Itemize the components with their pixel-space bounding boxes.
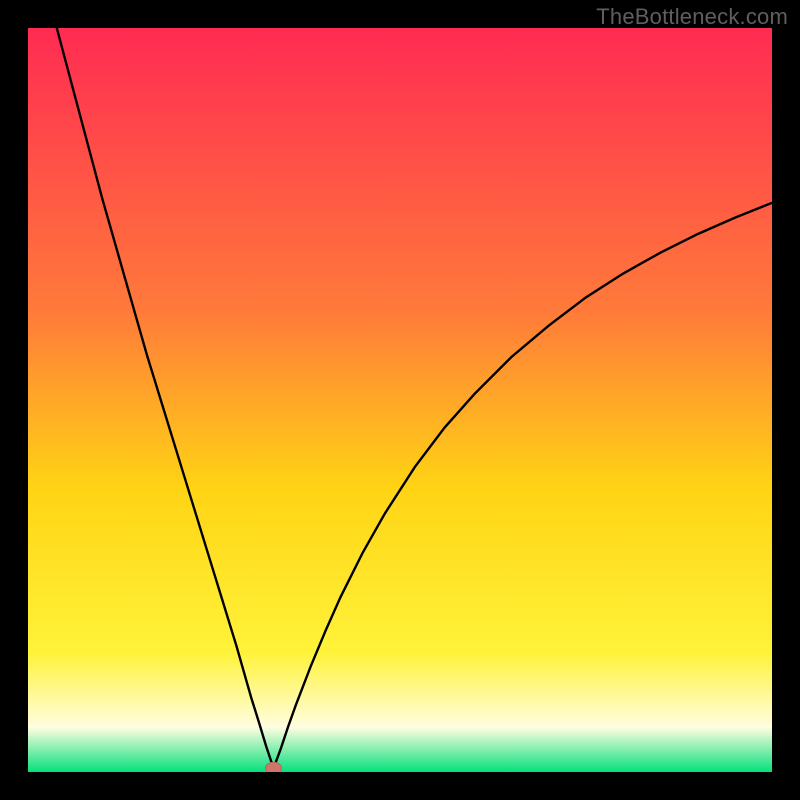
curve-line [28, 28, 772, 768]
optimal-marker [266, 762, 282, 772]
watermark-label: TheBottleneck.com [596, 4, 788, 30]
bottleneck-curve [28, 28, 772, 772]
chart-frame: TheBottleneck.com [0, 0, 800, 800]
plot-area [28, 28, 772, 772]
